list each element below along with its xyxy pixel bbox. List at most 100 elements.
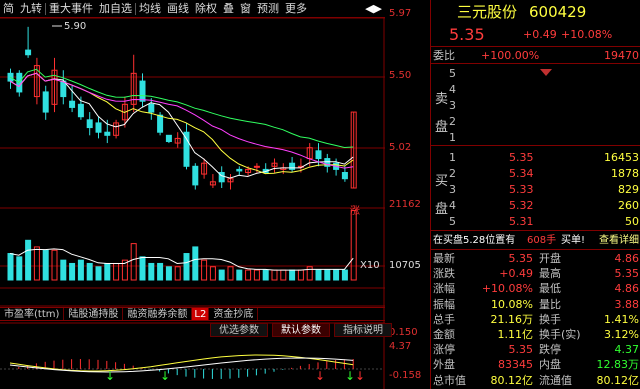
weibi-label: 委比 [433, 49, 455, 62]
y-axis-label: 21162 [389, 199, 421, 210]
candle-body [42, 91, 49, 113]
sell-row-5: 5 [431, 66, 640, 81]
buy-volume: 50 [625, 215, 639, 228]
notice-detail-link[interactable]: 查看详细 [599, 233, 639, 248]
candle-body [25, 49, 32, 56]
toolbar-item-0[interactable]: 简 [0, 0, 17, 18]
toolbar-item-10[interactable]: 更多 [282, 0, 310, 18]
sell-level: 4 [449, 83, 456, 96]
stat-row: 总市值 80.12亿 流通值 80.12亿 [431, 373, 640, 388]
volume-bar [165, 266, 172, 281]
volume-bar [42, 249, 49, 281]
sell-label-char-2: 盘 [435, 120, 449, 135]
quote-panel: 三元股份 600429 5.35 +0.49 +10.08% 委比 +100.0… [430, 0, 640, 389]
indicator-tab-1[interactable]: 默认参数 [272, 323, 330, 337]
volume-bar [350, 210, 357, 281]
stat-label: 流通值 [539, 373, 572, 387]
stat-value: 4.86 [614, 252, 640, 265]
buy-volume: 1878 [611, 167, 639, 180]
sell-level: 1 [449, 131, 456, 144]
notice-action: 买单! [561, 235, 586, 246]
y-axis-label: 5.97 [389, 8, 412, 19]
toolbar-item-2[interactable]: 重大事件 [46, 0, 96, 18]
signal-arrow-icon: ↓ [355, 369, 365, 383]
current-price: 5.35 [449, 25, 485, 44]
volume-bar [297, 269, 304, 281]
buy-row-2: 2 5.34 1878 [431, 166, 640, 181]
stat-row: 最新 5.35 开盘 4.86 [431, 251, 640, 266]
candle-body [341, 172, 348, 180]
buy-volume: 16453 [604, 151, 639, 164]
toolbar-item-5[interactable]: 画线 [164, 0, 192, 18]
volume-bar [218, 269, 225, 281]
indicator-tab-0[interactable]: 优选参数 [210, 323, 268, 337]
toolbar-item-8[interactable]: 窗 [237, 0, 254, 18]
stat-value: 1.11亿 [497, 328, 534, 341]
sell-level: 5 [449, 67, 456, 80]
buy-price: 5.34 [509, 167, 534, 180]
notice-text: 在买盘5.28位置有 [433, 235, 516, 246]
dropdown-chevron-icon[interactable] [539, 68, 553, 78]
volume-bar [227, 266, 234, 281]
indicator-tab-2[interactable]: 指标说明 [334, 323, 392, 337]
stat-label: 跌停 [539, 343, 561, 357]
candle-body [104, 131, 111, 136]
stat-label: 涨停 [433, 343, 455, 357]
toolbar-item-6[interactable]: 除权 [192, 0, 220, 18]
volume-bar [95, 266, 102, 281]
stat-value: 80.12亿 [596, 373, 640, 387]
stat-row: 总手 21.16万 换手 1.41% [431, 312, 640, 327]
stat-row: 外盘 83345 内盘 12.83万 [431, 357, 640, 372]
panel-toggle-icon[interactable]: ◀▶ [362, 0, 385, 18]
y-axis-label: -0.158 [389, 370, 422, 381]
signal-arrow-icon: ↓ [315, 369, 325, 383]
indicator-subbar: 市盈率(ttm) 陆股通持股 融资融券余额 L2 资金抄底 [0, 307, 385, 321]
subbar-item-1[interactable]: 陆股通持股 [64, 308, 124, 320]
stat-label: 振幅 [433, 297, 455, 311]
subbar-item-2[interactable]: 融资融券余额 [123, 308, 193, 320]
price-change-pct: +10.08% [561, 28, 613, 41]
stat-label: 最高 [539, 267, 561, 281]
subbar-item-4[interactable]: 资金抄底 [209, 308, 259, 320]
stat-label: 换手(实) [539, 328, 581, 341]
buy-volume: 260 [618, 199, 639, 212]
candle-body [148, 103, 155, 113]
sell-level: 3 [449, 99, 456, 112]
stat-label: 涨幅 [433, 282, 455, 296]
volume-bar [148, 262, 155, 281]
stat-value: 5.35 [614, 267, 640, 281]
signal-arrow-icon: ↓ [345, 369, 355, 383]
buy-side-label: 买 盘 [435, 168, 449, 224]
buy-level: 2 [449, 167, 456, 180]
buy-level: 3 [449, 183, 456, 196]
toolbar-item-9[interactable]: 预测 [254, 0, 282, 18]
stat-value: 5.35 [508, 343, 534, 357]
subbar-item-0[interactable]: 市盈率(ttm) [0, 308, 65, 320]
volume-bar [289, 269, 296, 281]
subbar-item-3[interactable]: L2 [192, 308, 210, 320]
sell-row-2: 2 [431, 114, 640, 129]
volume-bar [77, 259, 84, 281]
toolbar-item-7[interactable]: 叠 [220, 0, 237, 18]
stat-label: 最低 [539, 282, 561, 296]
toolbar-item-1[interactable]: 九转 [17, 0, 45, 18]
stat-value: 3.12% [604, 328, 639, 341]
stat-label: 金额 [433, 328, 455, 341]
buy-row-5: 5 5.31 50 [431, 214, 640, 229]
toolbar-item-3[interactable]: 加自选 [96, 0, 135, 18]
stat-label: 换手 [539, 312, 561, 326]
candle-body [95, 122, 102, 133]
buy-row-1: 1 5.35 16453 [431, 150, 640, 165]
toolbar-item-4[interactable]: 均线 [136, 0, 164, 18]
stat-value: 21.16万 [490, 312, 534, 326]
stock-name: 三元股份 [457, 3, 518, 21]
stat-row: 涨幅 +10.08% 最低 4.86 [431, 281, 640, 296]
weibi-volume: 19470 [604, 49, 639, 62]
candle-body [139, 80, 146, 102]
volume-bar [60, 259, 67, 281]
volume-bar [209, 266, 216, 281]
candle-body [69, 100, 76, 108]
stat-row: 振幅 10.08% 量比 3.88 [431, 297, 640, 312]
stat-row: 涨停 5.35 跌停 4.37 [431, 342, 640, 357]
buy-level: 1 [449, 151, 456, 164]
